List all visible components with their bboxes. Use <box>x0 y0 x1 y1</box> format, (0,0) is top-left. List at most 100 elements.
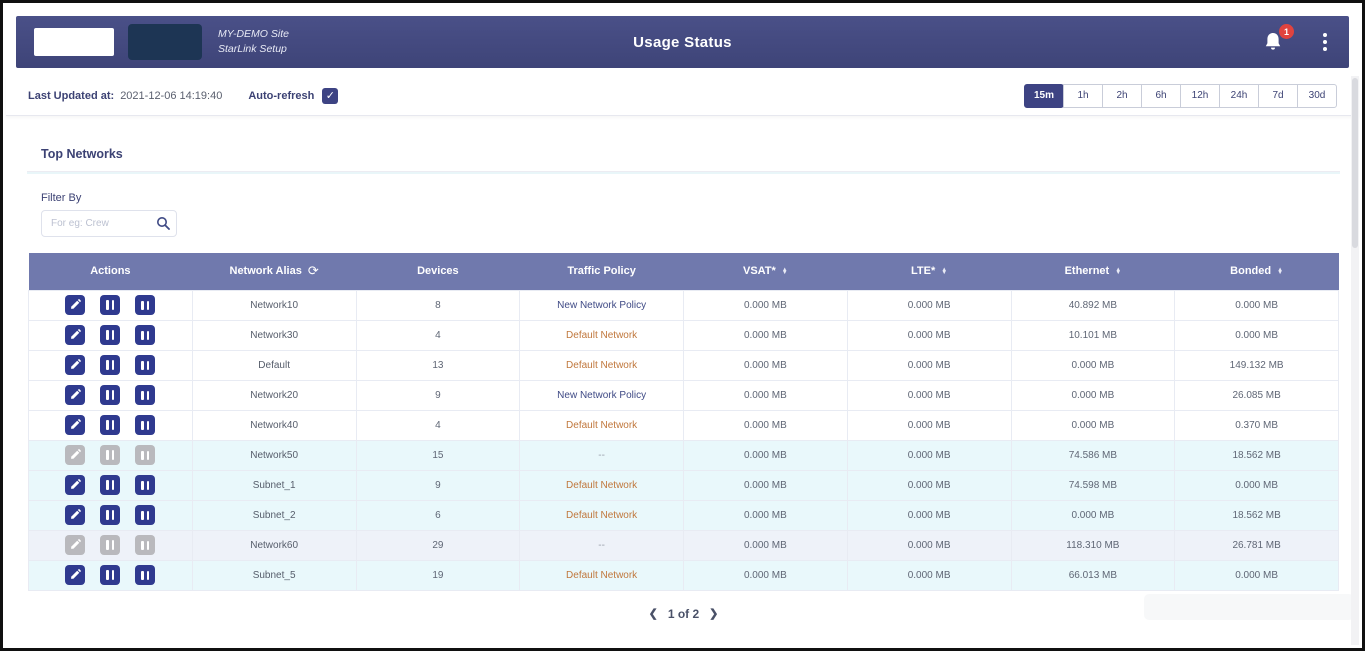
column-label: Ethernet <box>1065 265 1110 277</box>
prev-page-button[interactable]: ❮ <box>649 607 658 620</box>
devices-cell: 9 <box>356 380 520 410</box>
pause-button-2 <box>135 445 155 465</box>
time-range-6h[interactable]: 6h <box>1141 84 1181 108</box>
edit-button[interactable] <box>65 295 85 315</box>
top-networks-panel: Top Networks Filter By ActionsNetwork Al… <box>27 133 1340 616</box>
devices-cell: 8 <box>356 290 520 320</box>
pause-button-1[interactable] <box>100 355 120 375</box>
edit-button <box>65 535 85 555</box>
ethernet-cell: 74.586 MB <box>1011 440 1175 470</box>
page-indicator: 1 of 2 <box>668 607 699 621</box>
pause-button-2[interactable] <box>135 295 155 315</box>
pause-button-1[interactable] <box>100 475 120 495</box>
edit-button[interactable] <box>65 415 85 435</box>
vsat-cell: 0.000 MB <box>684 530 848 560</box>
pause-button-1[interactable] <box>100 385 120 405</box>
notification-badge: 1 <box>1279 24 1294 39</box>
devices-cell: 6 <box>356 500 520 530</box>
watermark <box>1144 594 1354 620</box>
time-range-15m[interactable]: 15m <box>1024 84 1064 108</box>
time-range-30d[interactable]: 30d <box>1297 84 1337 108</box>
bonded-cell: 149.132 MB <box>1175 350 1339 380</box>
table-row: Network6029--0.000 MB0.000 MB118.310 MB2… <box>29 530 1339 560</box>
pause-button-2[interactable] <box>135 385 155 405</box>
company-logo <box>34 28 114 56</box>
time-range-2h[interactable]: 2h <box>1102 84 1142 108</box>
network-alias-cell: Subnet_1 <box>192 470 356 500</box>
network-alias-cell: Default <box>192 350 356 380</box>
pause-button-2[interactable] <box>135 475 155 495</box>
vsat-cell: 0.000 MB <box>684 560 848 590</box>
column-header-bonded[interactable]: Bonded▲▼ <box>1175 253 1339 290</box>
pause-button-2[interactable] <box>135 325 155 345</box>
vertical-scrollbar[interactable] <box>1351 76 1359 645</box>
actions-cell <box>29 500 193 530</box>
site-info: MY-DEMO Site StarLink Setup <box>218 27 289 57</box>
pause-button-1[interactable] <box>100 415 120 435</box>
network-alias-cell: Subnet_5 <box>192 560 356 590</box>
edit-button[interactable] <box>65 325 85 345</box>
edit-button[interactable] <box>65 355 85 375</box>
actions-cell <box>29 530 193 560</box>
column-header-vsat-[interactable]: VSAT* ▲▼ <box>684 253 848 290</box>
lte-cell: 0.000 MB <box>847 530 1011 560</box>
time-range-24h[interactable]: 24h <box>1219 84 1259 108</box>
table-row: Network304Default Network0.000 MB0.000 M… <box>29 320 1339 350</box>
column-header-lte-[interactable]: LTE*▲▼ <box>847 253 1011 290</box>
edit-button[interactable] <box>65 505 85 525</box>
pause-button-2[interactable] <box>135 565 155 585</box>
kebab-menu-button[interactable] <box>1319 31 1331 53</box>
network-alias-cell: Network20 <box>192 380 356 410</box>
edit-button[interactable] <box>65 385 85 405</box>
status-toolbar: Last Updated at: 2021-12-06 14:19:40 Aut… <box>6 76 1359 116</box>
notifications-button[interactable]: 1 <box>1263 31 1285 53</box>
lte-cell: 0.000 MB <box>847 440 1011 470</box>
traffic-policy-cell: Default Network <box>520 320 684 350</box>
table-row: Default13Default Network0.000 MB0.000 MB… <box>29 350 1339 380</box>
edit-button[interactable] <box>65 475 85 495</box>
next-page-button[interactable]: ❯ <box>709 607 718 620</box>
top-networks-table: ActionsNetwork Alias⟳DevicesTraffic Poli… <box>28 253 1339 591</box>
column-header-network-alias[interactable]: Network Alias ⟳ <box>192 253 356 290</box>
time-range-1h[interactable]: 1h <box>1063 84 1103 108</box>
bonded-cell: 26.085 MB <box>1175 380 1339 410</box>
column-header-ethernet[interactable]: Ethernet ▲▼ <box>1011 253 1175 290</box>
pause-button-2[interactable] <box>135 415 155 435</box>
column-label: Network Alias <box>230 265 302 277</box>
ethernet-cell: 74.598 MB <box>1011 470 1175 500</box>
bonded-cell: 0.370 MB <box>1175 410 1339 440</box>
actions-cell <box>29 470 193 500</box>
network-alias-cell: Network50 <box>192 440 356 470</box>
table-row: Subnet_26Default Network0.000 MB0.000 MB… <box>29 500 1339 530</box>
pause-button-2[interactable] <box>135 505 155 525</box>
devices-cell: 4 <box>356 320 520 350</box>
pause-button-1[interactable] <box>100 295 120 315</box>
vsat-cell: 0.000 MB <box>684 440 848 470</box>
traffic-policy-cell: Default Network <box>520 410 684 440</box>
edit-button[interactable] <box>65 565 85 585</box>
ethernet-cell: 66.013 MB <box>1011 560 1175 590</box>
lte-cell: 0.000 MB <box>847 290 1011 320</box>
sort-carets-icon[interactable]: ▲▼ <box>1115 270 1121 273</box>
network-alias-cell: Network60 <box>192 530 356 560</box>
vsat-cell: 0.000 MB <box>684 500 848 530</box>
sort-carets-icon[interactable]: ▲▼ <box>941 270 947 273</box>
scrollbar-thumb[interactable] <box>1352 78 1358 248</box>
pause-button-1[interactable] <box>100 505 120 525</box>
lte-cell: 0.000 MB <box>847 410 1011 440</box>
top-bar: MY-DEMO Site StarLink Setup Usage Status… <box>16 16 1349 68</box>
refresh-icon[interactable]: ⟳ <box>308 263 319 279</box>
pause-button-1 <box>100 535 120 555</box>
pause-button-1 <box>100 445 120 465</box>
time-range-12h[interactable]: 12h <box>1180 84 1220 108</box>
pause-button-1[interactable] <box>100 325 120 345</box>
filter-by-label: Filter By <box>41 192 1326 204</box>
pause-button-2[interactable] <box>135 355 155 375</box>
time-range-7d[interactable]: 7d <box>1258 84 1298 108</box>
sort-carets-icon[interactable]: ▲▼ <box>1277 270 1283 273</box>
pause-button-1[interactable] <box>100 565 120 585</box>
pause-button-2 <box>135 535 155 555</box>
auto-refresh-checkbox[interactable]: ✓ <box>322 88 338 104</box>
sort-carets-icon[interactable]: ▲▼ <box>782 270 788 273</box>
column-label: VSAT* <box>743 265 776 277</box>
